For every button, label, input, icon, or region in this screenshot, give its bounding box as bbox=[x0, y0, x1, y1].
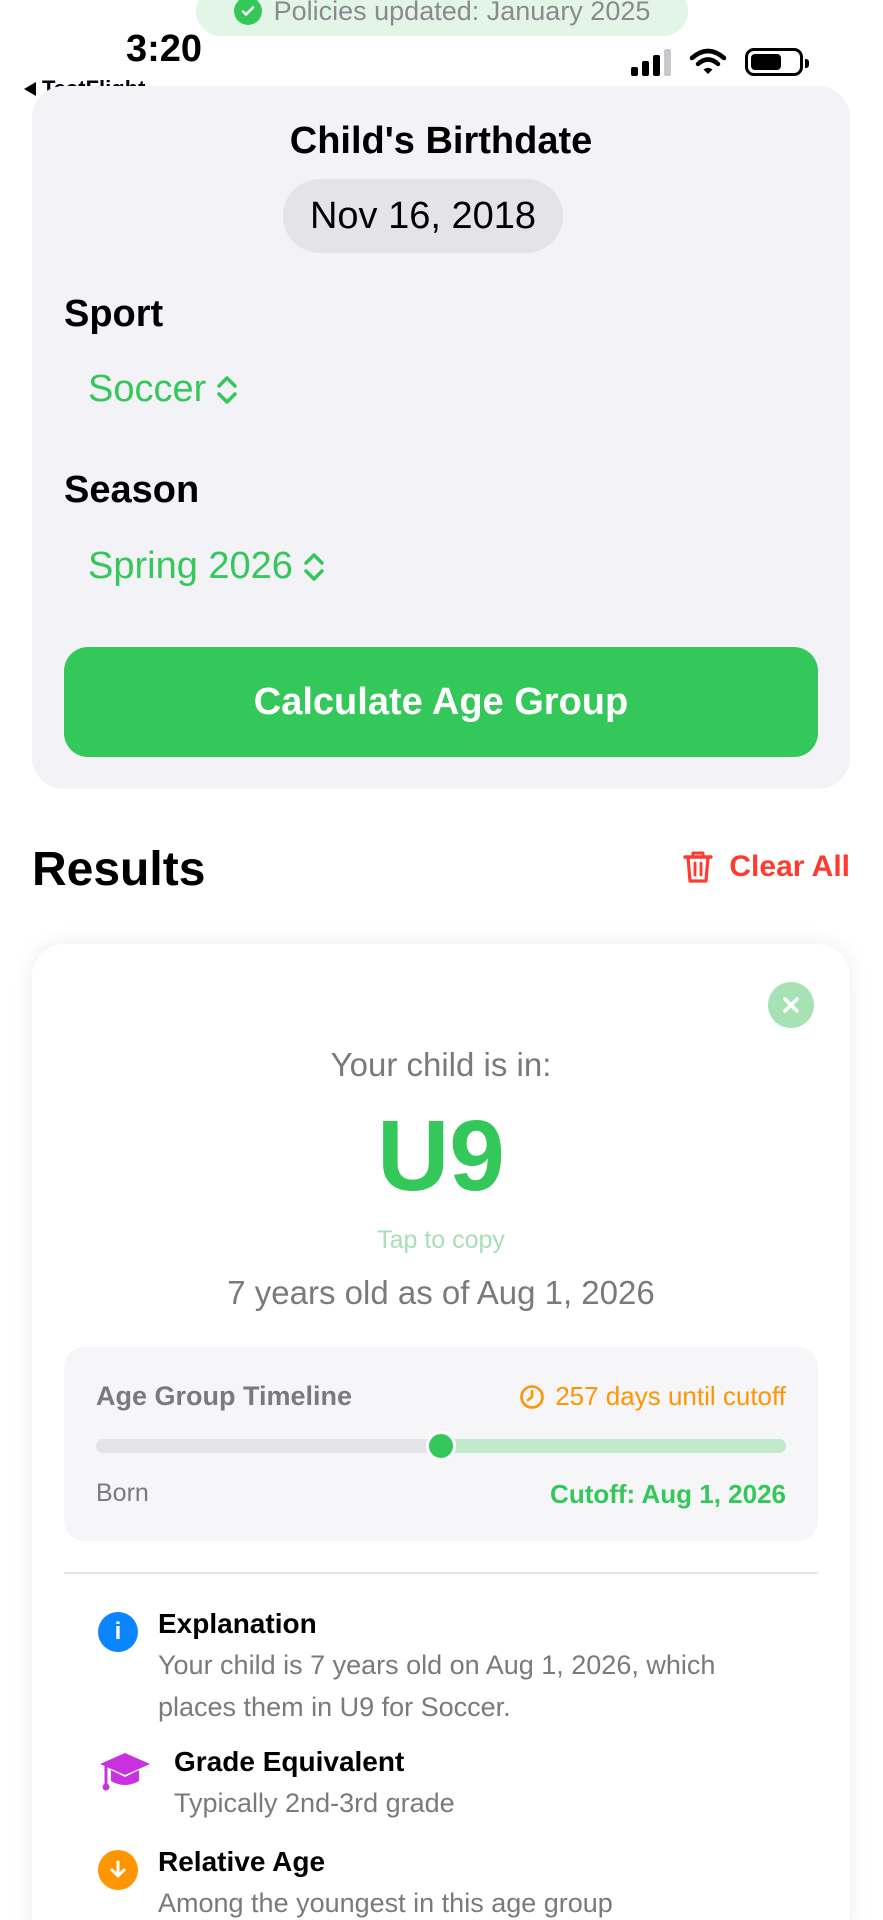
season-label: Season bbox=[64, 469, 200, 511]
relative-age-row: Relative Age Among the youngest in this … bbox=[98, 1846, 798, 1920]
status-icons bbox=[631, 48, 809, 76]
result-intro: Your child is in: bbox=[330, 1046, 552, 1083]
result-card: Your child is in: U9 Tap to copy 7 years… bbox=[32, 944, 850, 1920]
back-arrow-icon bbox=[24, 82, 36, 96]
relative-age-text: Among the youngest in this age group bbox=[158, 1888, 613, 1918]
clock-icon bbox=[520, 1384, 545, 1409]
relative-age-title: Relative Age bbox=[158, 1846, 326, 1877]
wifi-icon bbox=[689, 48, 727, 74]
info-icon: i bbox=[98, 1612, 138, 1652]
age-group-form: Child's Birthdate Nov 16, 2018 Sport Soc… bbox=[32, 86, 850, 789]
cellular-signal-icon bbox=[631, 48, 671, 76]
battery-icon bbox=[745, 48, 809, 76]
tap-to-copy-hint: Tap to copy bbox=[377, 1226, 505, 1254]
grade-equivalent-row: Grade Equivalent Typically 2nd-3rd grade bbox=[98, 1746, 814, 1824]
age-group-value[interactable]: U9 bbox=[32, 1099, 850, 1214]
trash-icon bbox=[683, 851, 714, 883]
calculate-age-group-button[interactable]: Calculate Age Group bbox=[64, 647, 818, 757]
chevron-up-down-icon bbox=[216, 374, 238, 406]
age-group-timeline: Age Group Timeline 257 days until cutoff… bbox=[64, 1347, 818, 1541]
explanation-title: Explanation bbox=[158, 1608, 317, 1639]
sport-picker-value: Soccer bbox=[88, 368, 207, 410]
dismiss-result-button[interactable] bbox=[768, 982, 814, 1028]
birthdate-label: Child's Birthdate bbox=[289, 120, 593, 162]
explanation-row: i Explanation Your child is 7 years old … bbox=[98, 1608, 798, 1728]
clear-all-button[interactable]: Clear All bbox=[683, 850, 850, 884]
timeline-track bbox=[96, 1431, 786, 1461]
timeline-remaining-fill bbox=[441, 1439, 786, 1453]
policy-banner-text: Policies updated: January 2025 bbox=[273, 0, 651, 26]
sport-label: Sport bbox=[64, 293, 164, 335]
age-as-of-cutoff: 7 years old as of Aug 1, 2026 bbox=[227, 1274, 655, 1311]
policy-banner[interactable]: Policies updated: January 2025 bbox=[196, 0, 688, 36]
close-icon bbox=[783, 997, 799, 1013]
timeline-start-label: Born bbox=[96, 1479, 149, 1507]
grade-equivalent-title: Grade Equivalent bbox=[174, 1746, 405, 1777]
season-picker-value: Spring 2026 bbox=[88, 545, 293, 587]
graduation-cap-icon bbox=[98, 1750, 152, 1824]
arrow-down-circle-icon bbox=[98, 1850, 138, 1890]
results-title: Results bbox=[32, 843, 206, 896]
days-until-cutoff: 257 days until cutoff bbox=[519, 1381, 786, 1412]
checkmark-badge-icon bbox=[233, 0, 262, 25]
season-picker[interactable]: Spring 2026 bbox=[88, 545, 325, 588]
divider bbox=[64, 1572, 818, 1574]
timeline-progress-marker bbox=[426, 1431, 456, 1461]
timeline-title: Age Group Timeline bbox=[96, 1381, 353, 1411]
days-until-cutoff-text: 257 days until cutoff bbox=[555, 1381, 786, 1411]
clear-all-label: Clear All bbox=[729, 850, 850, 883]
grade-equivalent-text: Typically 2nd-3rd grade bbox=[174, 1788, 455, 1818]
sport-picker[interactable]: Soccer bbox=[88, 368, 238, 411]
chevron-up-down-icon bbox=[303, 551, 325, 583]
explanation-text: Your child is 7 years old on Aug 1, 2026… bbox=[158, 1650, 716, 1722]
status-time: 3:20 bbox=[126, 28, 203, 70]
birthdate-picker[interactable]: Nov 16, 2018 bbox=[283, 179, 563, 253]
timeline-end-label: Cutoff: Aug 1, 2026 bbox=[550, 1479, 786, 1509]
